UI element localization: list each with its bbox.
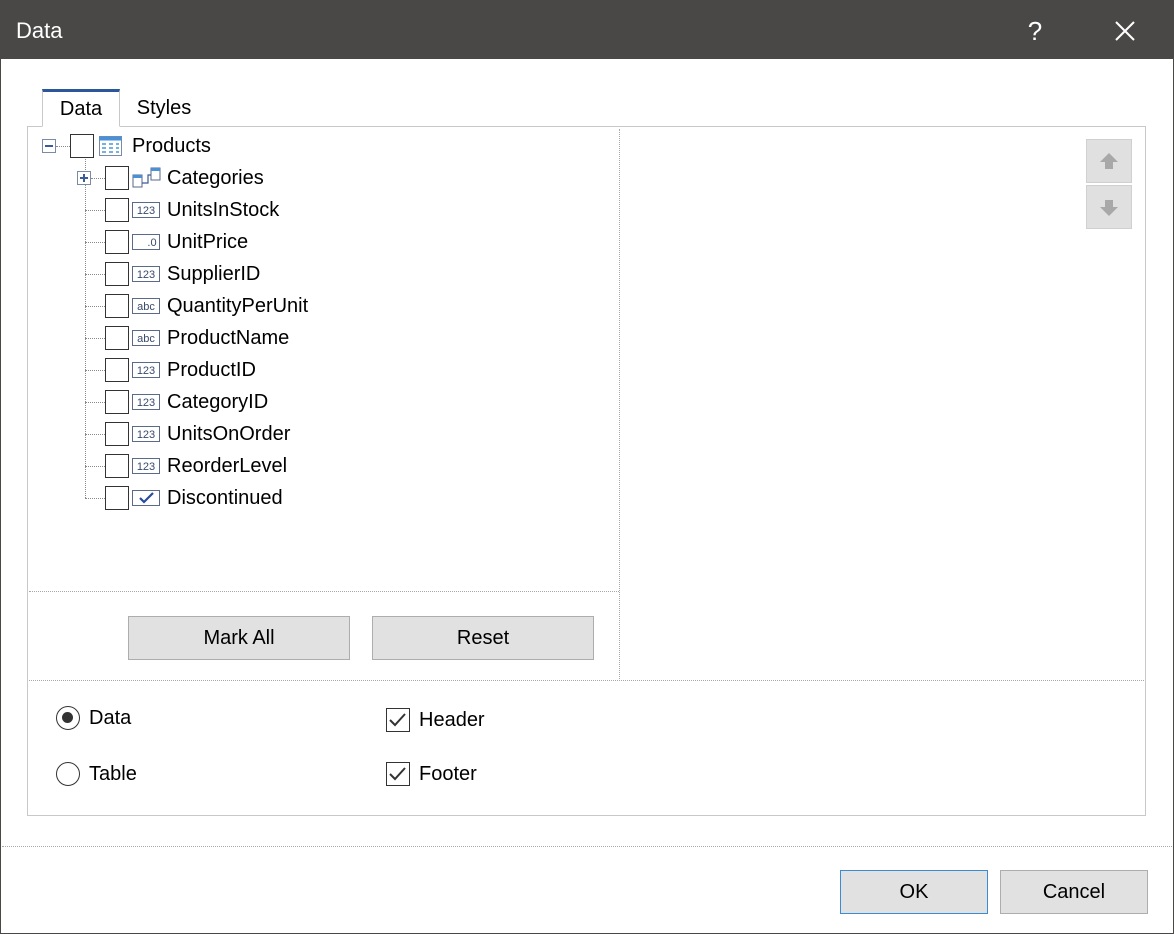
close-button[interactable] xyxy=(1107,13,1143,49)
tree-connector xyxy=(85,274,105,275)
svg-text:abc: abc xyxy=(137,301,155,313)
dialog-title: Data xyxy=(16,18,63,43)
svg-text:123: 123 xyxy=(137,269,155,281)
header-checkbox[interactable] xyxy=(386,708,410,732)
number-field-icon: 123 xyxy=(132,426,160,442)
tree-checkbox-categoryid[interactable] xyxy=(105,390,129,414)
table-icon xyxy=(99,136,123,156)
tree-label[interactable]: UnitsOnOrder xyxy=(167,422,290,446)
svg-text:abc: abc xyxy=(137,333,155,345)
tree-checkbox-supplierid[interactable] xyxy=(105,262,129,286)
tree-connector xyxy=(85,210,105,211)
svg-text:123: 123 xyxy=(137,429,155,441)
collapse-toggle[interactable] xyxy=(42,139,56,153)
footer-checkbox-label: Footer xyxy=(419,763,477,785)
number-field-icon: 123 xyxy=(132,202,160,218)
tree-label[interactable]: CategoryID xyxy=(167,390,268,414)
checkmark-icon xyxy=(389,713,406,727)
move-up-button[interactable] xyxy=(1086,139,1132,183)
tree-divider xyxy=(29,591,619,592)
radio-table[interactable] xyxy=(56,762,80,786)
boolean-field-icon xyxy=(132,490,160,506)
tab-data[interactable]: Data xyxy=(42,89,120,127)
tree-connector xyxy=(85,434,105,435)
tree-label[interactable]: SupplierID xyxy=(167,262,260,286)
tree-label[interactable]: ProductName xyxy=(167,326,289,350)
tree-label[interactable]: ReorderLevel xyxy=(167,454,287,478)
tree-connector xyxy=(85,242,105,243)
tree-label[interactable]: UnitPrice xyxy=(167,230,248,254)
ok-button[interactable]: OK xyxy=(840,870,988,914)
tree-connector xyxy=(56,146,70,147)
radio-data[interactable] xyxy=(56,706,80,730)
text-field-icon: abc xyxy=(132,330,160,346)
tree-checkbox-products[interactable] xyxy=(70,134,94,158)
close-icon xyxy=(1115,21,1135,41)
tab-styles[interactable]: Styles xyxy=(122,89,206,127)
help-button[interactable]: ? xyxy=(1017,13,1053,49)
tree-connector xyxy=(85,402,105,403)
column-divider xyxy=(619,129,620,681)
tree-label[interactable]: ProductID xyxy=(167,358,256,382)
mark-all-button[interactable]: Mark All xyxy=(128,616,350,660)
tree-connector xyxy=(91,178,105,179)
expand-toggle[interactable] xyxy=(77,171,91,185)
move-down-button[interactable] xyxy=(1086,185,1132,229)
radio-table-label: Table xyxy=(89,763,137,785)
relation-icon xyxy=(132,167,162,189)
tree-checkbox-discontinued[interactable] xyxy=(105,486,129,510)
number-field-icon: 123 xyxy=(132,394,160,410)
tree-connector xyxy=(85,306,105,307)
title-bar: Data ? xyxy=(1,1,1173,59)
footer-divider xyxy=(2,846,1172,847)
text-field-icon: abc xyxy=(132,298,160,314)
data-dialog: Data ? Data Styles Products Categories 1… xyxy=(0,0,1174,934)
arrow-up-icon xyxy=(1100,153,1118,169)
tree-checkbox-unitprice[interactable] xyxy=(105,230,129,254)
svg-text:.0: .0 xyxy=(147,237,156,249)
cancel-button[interactable]: Cancel xyxy=(1000,870,1148,914)
tree-checkbox-reorderlevel[interactable] xyxy=(105,454,129,478)
tree-label[interactable]: QuantityPerUnit xyxy=(167,294,308,318)
tree-label[interactable]: Products xyxy=(132,134,211,158)
number-field-icon: 123 xyxy=(132,266,160,282)
arrow-down-icon xyxy=(1100,200,1118,216)
tree-label[interactable]: Categories xyxy=(167,166,264,190)
tree-connector xyxy=(85,153,86,498)
footer-checkbox[interactable] xyxy=(386,762,410,786)
svg-text:123: 123 xyxy=(137,365,155,377)
decimal-field-icon: .0 xyxy=(132,234,160,250)
reset-button[interactable]: Reset xyxy=(372,616,594,660)
tree-checkbox-productname[interactable] xyxy=(105,326,129,350)
svg-text:123: 123 xyxy=(137,461,155,473)
radio-data-label: Data xyxy=(89,707,132,729)
checkmark-icon xyxy=(389,767,406,781)
options-divider xyxy=(29,680,1144,681)
number-field-icon: 123 xyxy=(132,458,160,474)
tree-label[interactable]: UnitsInStock xyxy=(167,198,279,222)
number-field-icon: 123 xyxy=(132,362,160,378)
tree-connector xyxy=(85,370,105,371)
svg-text:123: 123 xyxy=(137,205,155,217)
tree-label[interactable]: Discontinued xyxy=(167,486,283,510)
tree-checkbox-quantityperunit[interactable] xyxy=(105,294,129,318)
tree-checkbox-categories[interactable] xyxy=(105,166,129,190)
tree-checkbox-unitsonorder[interactable] xyxy=(105,422,129,446)
svg-text:123: 123 xyxy=(137,397,155,409)
tree-connector xyxy=(85,338,105,339)
tree-connector xyxy=(85,498,105,499)
tree-checkbox-productid[interactable] xyxy=(105,358,129,382)
tree-checkbox-unitsinstock[interactable] xyxy=(105,198,129,222)
header-checkbox-label: Header xyxy=(419,709,485,731)
tree-connector xyxy=(85,466,105,467)
